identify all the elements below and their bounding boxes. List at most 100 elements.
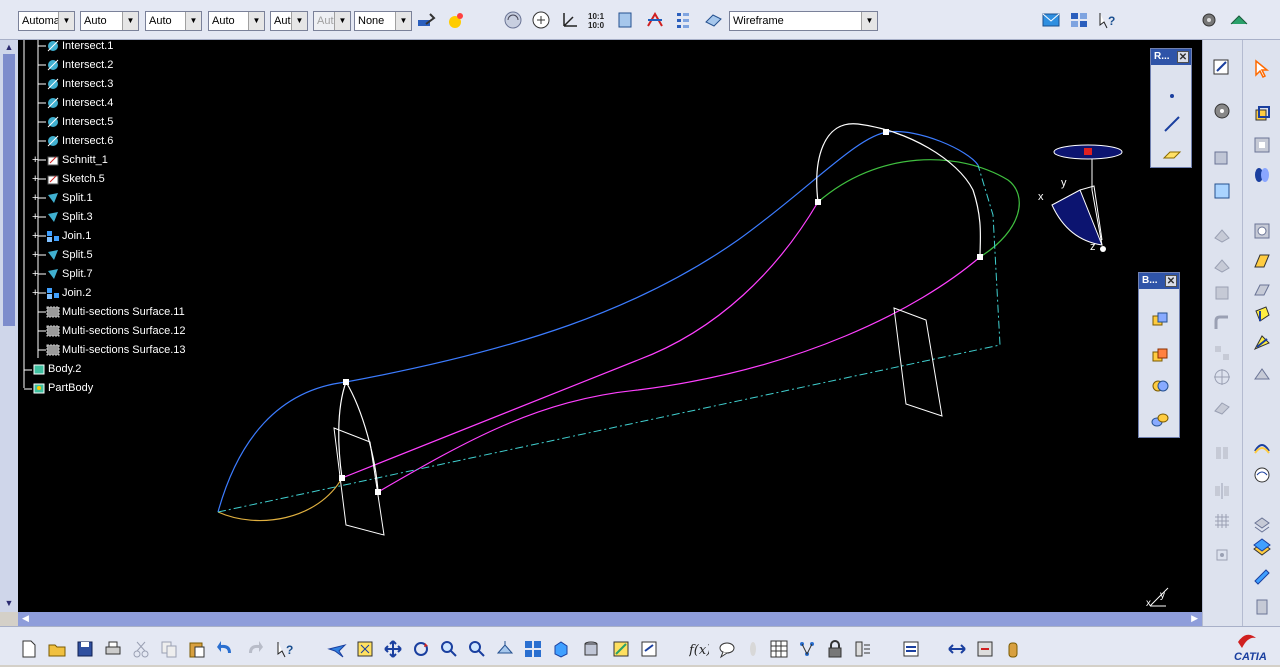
hide-show-view-icon[interactable] (610, 638, 632, 660)
linetype-combo[interactable]: Auto ▼ (145, 11, 202, 31)
open-folder-icon[interactable] (46, 638, 68, 660)
thickness-combo[interactable]: Auto ▼ (208, 11, 265, 31)
chevron-down-icon[interactable]: ▼ (58, 12, 74, 30)
pocket-icon[interactable] (1251, 134, 1273, 156)
analysis-icon[interactable] (1228, 9, 1250, 31)
mail-icon[interactable] (1040, 9, 1062, 31)
chevron-down-icon[interactable]: ▼ (185, 12, 201, 30)
panel-title-bar[interactable]: R... ✕ (1151, 49, 1191, 65)
pad-icon[interactable] (1251, 104, 1273, 126)
point-symbol-combo[interactable]: Aut ▼ (270, 11, 308, 31)
paste-icon[interactable] (186, 638, 208, 660)
transform-icon[interactable] (1211, 442, 1233, 464)
target-icon[interactable] (1211, 366, 1233, 388)
rendering-combo[interactable]: None ▼ (354, 11, 412, 31)
stiffener-icon[interactable] (1251, 304, 1273, 326)
expand-plus-icon[interactable]: + (32, 228, 38, 244)
dress-up-icon[interactable] (1211, 396, 1233, 418)
slot-icon[interactable] (1251, 278, 1273, 300)
solid-icon[interactable] (1211, 282, 1233, 304)
multi-section-solid-icon[interactable] (1251, 332, 1273, 354)
lock-icon[interactable] (824, 638, 846, 660)
hide-show-icon[interactable] (614, 9, 636, 31)
copy-icon[interactable] (158, 638, 180, 660)
properties-icon[interactable] (445, 9, 467, 31)
plane-icon[interactable] (1161, 143, 1183, 165)
zoom-out-icon[interactable] (466, 638, 488, 660)
print-icon[interactable] (102, 638, 124, 660)
expand-plus-icon[interactable]: + (32, 209, 38, 225)
chevron-down-icon[interactable]: ▼ (248, 12, 264, 30)
fly-icon[interactable] (326, 638, 348, 660)
table-icon[interactable] (768, 638, 790, 660)
draft-icon[interactable] (1251, 596, 1273, 618)
formula-icon[interactable]: f(x) (688, 638, 710, 660)
chevron-down-icon[interactable]: ▼ (122, 12, 138, 30)
fillet-icon[interactable] (1211, 312, 1233, 334)
specification-tree-icon[interactable] (672, 9, 694, 31)
shading-icon[interactable] (580, 638, 602, 660)
snap-icon[interactable] (1211, 544, 1233, 566)
chevron-down-icon[interactable]: ▼ (291, 12, 307, 30)
remove-icon[interactable] (1149, 375, 1171, 397)
whats-this-icon[interactable]: ? (274, 638, 296, 660)
swap-visible-icon[interactable] (644, 9, 666, 31)
chevron-down-icon[interactable]: ▼ (334, 12, 350, 30)
rib-icon[interactable] (1251, 250, 1273, 272)
comment-icon[interactable] (716, 638, 738, 660)
save-icon[interactable] (74, 638, 96, 660)
extrude-icon[interactable] (1211, 254, 1233, 276)
intersect-bodies-icon[interactable] (1149, 409, 1171, 431)
chevron-down-icon[interactable]: ▼ (395, 12, 411, 30)
color-combo[interactable]: Automa ▼ (18, 11, 75, 31)
multi-view-icon[interactable] (522, 638, 544, 660)
close-icon[interactable]: ✕ (1177, 51, 1189, 63)
gear-icon[interactable] (1198, 9, 1220, 31)
close-icon[interactable]: ✕ (1165, 275, 1177, 287)
line-icon[interactable] (1161, 113, 1183, 135)
rotate-view-icon[interactable] (410, 638, 432, 660)
scroll-left-icon[interactable]: ◀ (22, 613, 29, 624)
chevron-down-icon[interactable]: ▼ (861, 12, 877, 30)
removed-multi-section-icon[interactable] (1251, 364, 1273, 386)
pan-icon[interactable] (382, 638, 404, 660)
pattern-icon[interactable] (1211, 342, 1233, 364)
iso-view-icon[interactable] (550, 638, 572, 660)
expand-plus-icon[interactable]: + (32, 171, 38, 187)
select-arrow-icon[interactable] (1251, 58, 1273, 80)
shaft-icon[interactable] (1251, 164, 1273, 186)
thick-surface-icon[interactable] (1251, 436, 1273, 458)
view-mode-icon[interactable] (702, 9, 724, 31)
frame-icon[interactable] (1211, 180, 1233, 202)
layer-combo[interactable]: Aut ▼ (313, 11, 351, 31)
help-icon[interactable]: ? (1096, 9, 1118, 31)
grid-icon[interactable] (1211, 510, 1233, 532)
sketcher-icon[interactable] (1211, 56, 1233, 78)
cut-icon[interactable] (130, 638, 152, 660)
add-icon[interactable] (1149, 345, 1171, 367)
scale-icon[interactable]: 10:1 10:0 (586, 9, 608, 31)
tree-scrollbar[interactable]: ▲ ▼ (0, 40, 18, 612)
expand-plus-icon[interactable]: + (32, 152, 38, 168)
painter-icon[interactable] (415, 9, 437, 31)
close-surface-icon[interactable] (1251, 464, 1273, 486)
normal-view-icon[interactable] (494, 638, 516, 660)
knowledge-tree-icon[interactable] (796, 638, 818, 660)
measure-between-icon[interactable] (946, 638, 968, 660)
render-style-combo[interactable]: Wireframe ▼ (729, 11, 878, 31)
hole-icon[interactable] (1251, 220, 1273, 242)
assemble-icon[interactable] (1149, 309, 1171, 331)
split-solid-icon[interactable] (1251, 566, 1273, 588)
rotate-icon[interactable] (530, 9, 552, 31)
viewport-horizontal-scrollbar[interactable]: ◀ ▶ (18, 612, 1202, 626)
mirror-icon[interactable] (1211, 480, 1233, 502)
scroll-up-icon[interactable]: ▲ (2, 42, 16, 54)
point-icon[interactable] (1161, 85, 1183, 107)
fly-mode-icon[interactable] (502, 9, 524, 31)
expand-plus-icon[interactable]: + (32, 285, 38, 301)
catalog-icon[interactable] (900, 638, 922, 660)
reaction-icon[interactable] (852, 638, 874, 660)
scroll-down-icon[interactable]: ▼ (2, 598, 16, 610)
expand-plus-icon[interactable]: + (32, 266, 38, 282)
scroll-right-icon[interactable]: ▶ (1191, 613, 1198, 624)
